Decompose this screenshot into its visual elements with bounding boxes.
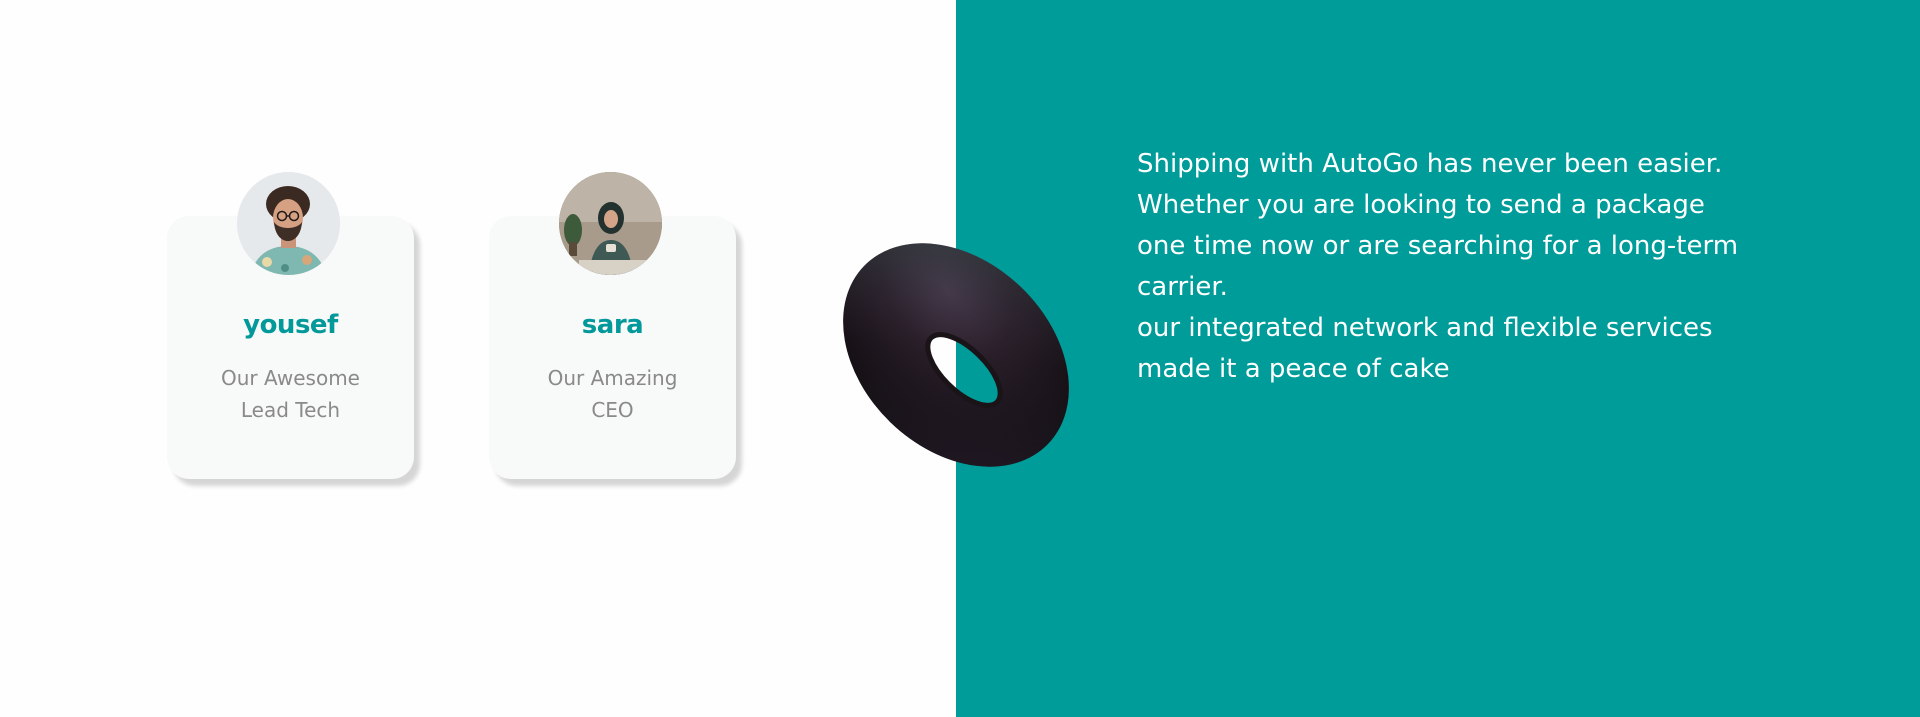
avatar (559, 172, 662, 275)
member-name: yousef (243, 310, 338, 340)
torus-3d-icon (827, 226, 1087, 486)
avatar-photo-icon (559, 172, 662, 275)
member-role: Our Awesome Lead Tech (221, 366, 360, 422)
avatar-photo-icon (237, 172, 340, 275)
team-section (0, 0, 956, 717)
about-description: Shipping with AutoGo has never been easi… (1137, 149, 1739, 384)
member-role: Our Amazing CEO (547, 366, 678, 422)
avatar (237, 172, 340, 275)
member-name: sara (581, 310, 644, 340)
